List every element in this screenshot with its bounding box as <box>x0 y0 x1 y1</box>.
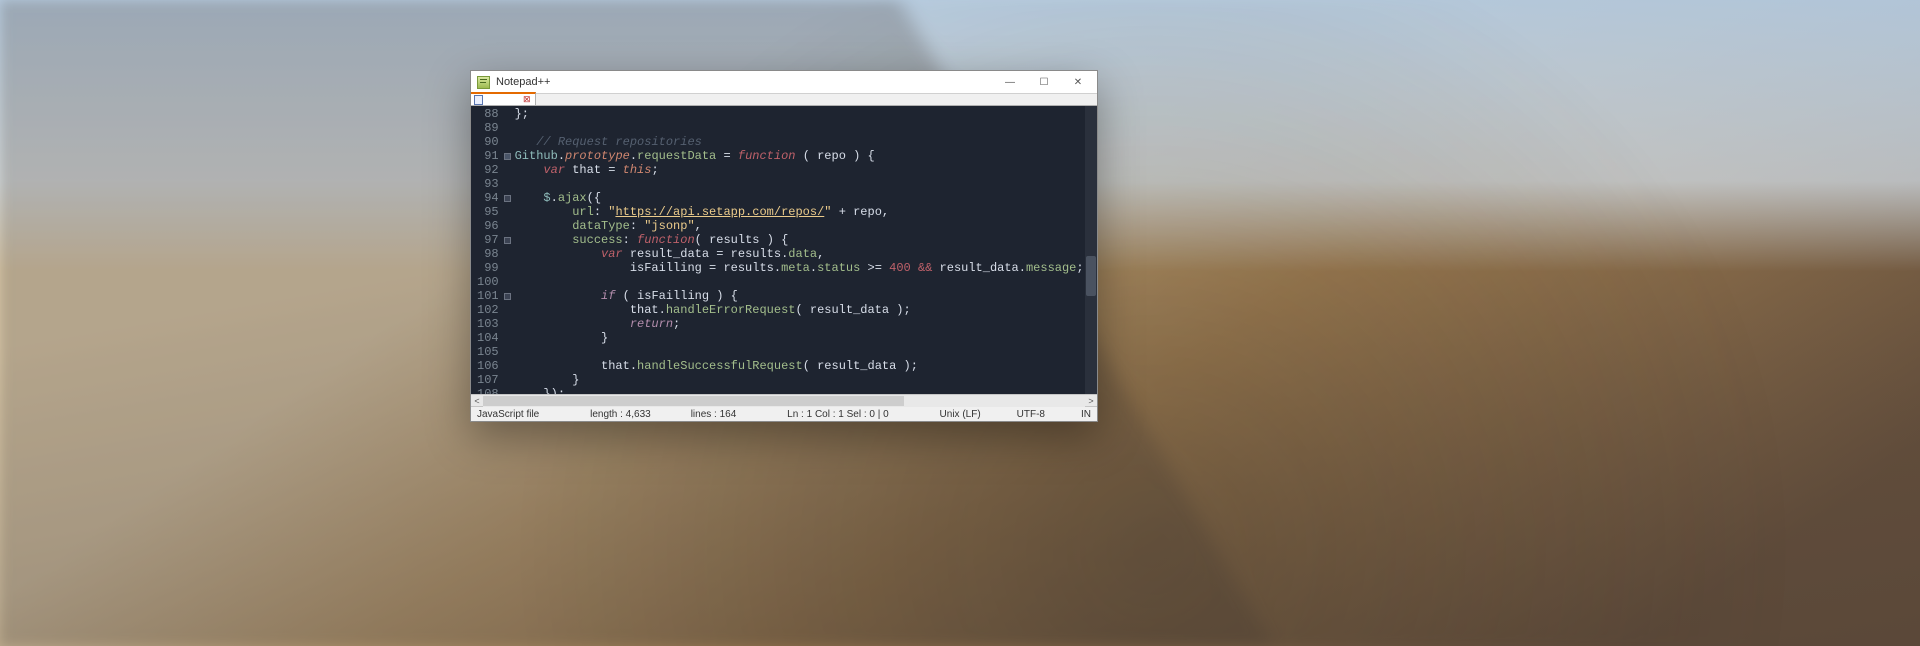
titlebar[interactable]: Notepad++ — ☐ ✕ <box>471 71 1097 93</box>
status-eol: Unix (LF) <box>940 409 981 420</box>
notepadpp-window: Notepad++ — ☐ ✕ ⊠ 8889909192939495969798… <box>470 70 1098 422</box>
status-insert-mode: IN <box>1081 409 1091 420</box>
minimize-button[interactable]: — <box>993 72 1027 92</box>
status-encoding: UTF-8 <box>1017 409 1045 420</box>
file-tab[interactable]: ⊠ <box>471 92 536 105</box>
line-number-gutter: 8889909192939495969798991001011021031041… <box>471 106 503 394</box>
status-lines: lines : 164 <box>691 409 737 420</box>
vertical-scrollbar-thumb[interactable] <box>1086 256 1096 296</box>
desktop-background: Notepad++ — ☐ ✕ ⊠ 8889909192939495969798… <box>0 0 1920 646</box>
fold-column[interactable] <box>503 106 513 394</box>
hscroll-left-arrow[interactable]: < <box>471 395 483 407</box>
code-editor[interactable]: 8889909192939495969798991001011021031041… <box>471 106 1097 394</box>
horizontal-scrollbar[interactable]: < > <box>471 394 1097 406</box>
status-position: Ln : 1 Col : 1 Sel : 0 | 0 <box>787 409 889 420</box>
hscroll-track[interactable] <box>483 395 1085 407</box>
window-title: Notepad++ <box>496 76 550 88</box>
app-icon <box>477 76 490 89</box>
tab-close-icon[interactable]: ⊠ <box>523 95 532 104</box>
code-area[interactable]: }; // Request repositoriesGithub.prototy… <box>513 106 1097 394</box>
status-length: length : 4,633 <box>590 409 651 420</box>
status-filetype: JavaScript file <box>477 409 539 420</box>
tab-strip[interactable]: ⊠ <box>471 93 1097 106</box>
close-button[interactable]: ✕ <box>1061 72 1095 92</box>
hscroll-right-arrow[interactable]: > <box>1085 395 1097 407</box>
statusbar: JavaScript file length : 4,633 lines : 1… <box>471 406 1097 421</box>
maximize-button[interactable]: ☐ <box>1027 72 1061 92</box>
hscroll-thumb[interactable] <box>483 396 904 406</box>
file-icon <box>474 95 483 105</box>
vertical-scrollbar[interactable] <box>1085 106 1097 394</box>
